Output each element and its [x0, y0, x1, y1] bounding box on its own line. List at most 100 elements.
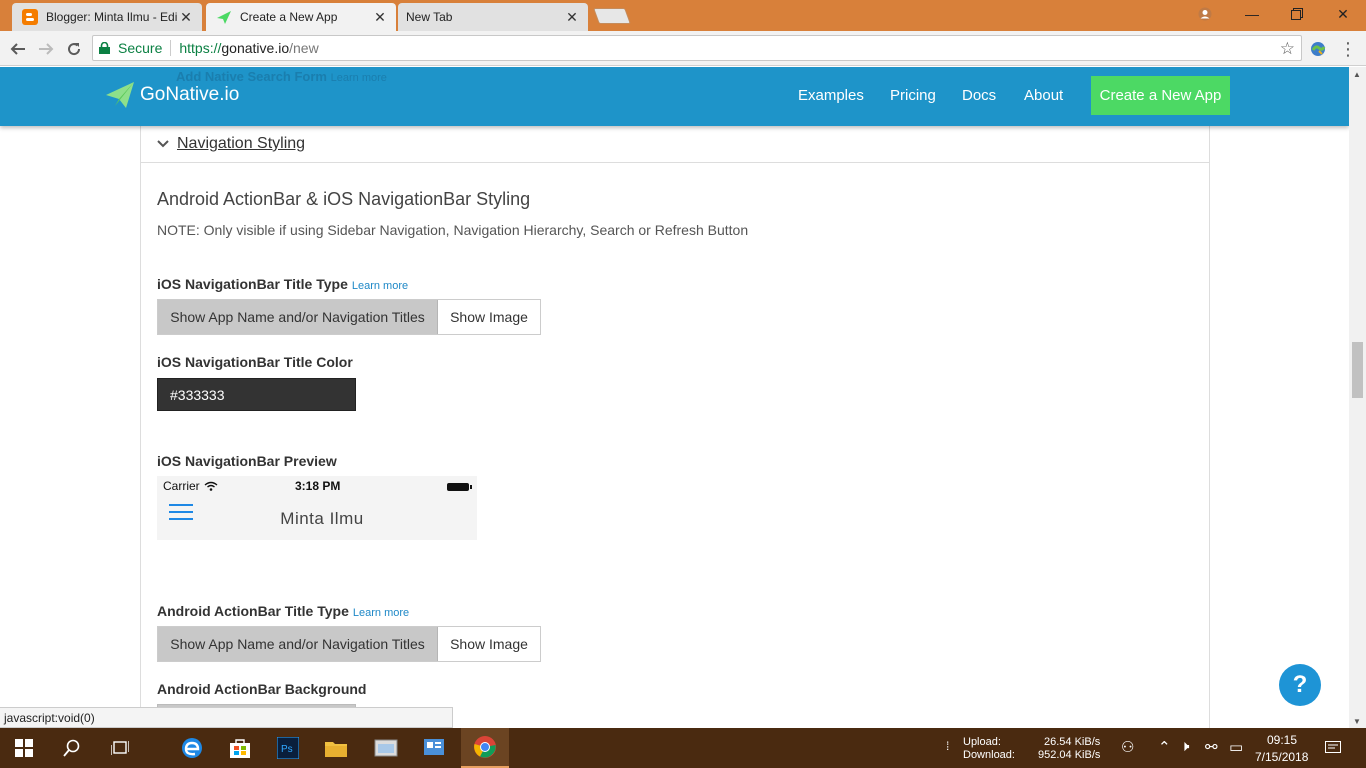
- secure-indicator[interactable]: Secure: [93, 40, 162, 56]
- network-meter-grip-icon: ⁞: [946, 739, 950, 753]
- file-explorer-icon[interactable]: [312, 728, 360, 768]
- clock-time[interactable]: 09:15: [1267, 733, 1297, 747]
- minimize-button[interactable]: —: [1229, 0, 1275, 28]
- chrome-taskbar-icon[interactable]: [461, 728, 509, 768]
- windows-logo-icon: [15, 739, 33, 757]
- tab-blogger[interactable]: Blogger: Minta Ilmu - Edi ✕: [12, 3, 202, 31]
- forward-button[interactable]: [34, 37, 58, 61]
- tab-create-app[interactable]: Create a New App ✕: [206, 3, 396, 31]
- field-label-text: iOS NavigationBar Title Type: [157, 276, 348, 292]
- ios-title-color-label: iOS NavigationBar Title Color: [157, 354, 353, 370]
- link-status-bar: javascript:void(0): [0, 707, 453, 728]
- windows-taskbar: Ps ⁞ Upload: 26.54 KiB/s Download: 952.0…: [0, 728, 1366, 768]
- photoshop-icon[interactable]: Ps: [264, 728, 312, 768]
- chevron-up-icon[interactable]: ⌃: [1158, 738, 1171, 756]
- close-tab-icon[interactable]: ✕: [372, 9, 388, 26]
- bookmark-star-icon[interactable]: ☆: [1280, 39, 1295, 59]
- option-show-image[interactable]: Show Image: [438, 300, 540, 334]
- brand-name: GoNative.io: [140, 84, 240, 105]
- tab-label: Create a New App: [240, 10, 338, 24]
- chevron-down-icon: [157, 140, 169, 148]
- tab-label: New Tab: [406, 10, 453, 24]
- nav-about[interactable]: About: [1024, 87, 1063, 104]
- android-title-type-label: Android ActionBar Title Type Learn more: [157, 603, 409, 619]
- battery-icon: [447, 483, 472, 491]
- site-header: Add Native Search Form Learn more GoNati…: [0, 67, 1349, 126]
- section-title[interactable]: Navigation Styling: [177, 135, 305, 153]
- new-tab-button[interactable]: [593, 8, 631, 24]
- url-path: /new: [289, 40, 319, 56]
- android-title-type-toggle: Show App Name and/or Navigation Titles S…: [157, 626, 541, 662]
- people-icon[interactable]: ⚇: [1121, 738, 1134, 756]
- ios-title-color-input[interactable]: #333333: [157, 378, 356, 411]
- preview-title: Minta Ilmu: [280, 509, 364, 528]
- learn-more-link[interactable]: Learn more: [353, 607, 409, 619]
- reload-button[interactable]: [62, 37, 86, 61]
- ios-navbar-preview: Carrier 3:18 PM Minta Ilmu: [157, 476, 477, 540]
- upload-value: 26.54 KiB/s: [1044, 736, 1101, 748]
- scroll-up-arrow-icon[interactable]: ▲: [1353, 70, 1361, 79]
- secure-label: Secure: [118, 40, 163, 56]
- paper-plane-icon: [106, 82, 134, 108]
- volume-muted-icon[interactable]: 🕨: [1180, 738, 1189, 755]
- restore-button[interactable]: [1274, 0, 1320, 28]
- edge-browser-icon[interactable]: [168, 728, 216, 768]
- notification-icon[interactable]: [1318, 728, 1348, 768]
- nav-examples[interactable]: Examples: [798, 87, 864, 104]
- scroll-thumb[interactable]: [1352, 342, 1363, 398]
- carrier-text: Carrier: [163, 479, 200, 493]
- preview-time: 3:18 PM: [295, 479, 341, 493]
- field-label-text: Android ActionBar Title Type: [157, 603, 349, 619]
- url-scheme: https://: [179, 40, 222, 56]
- divider: [170, 40, 172, 56]
- address-bar[interactable]: Secure https://gonative.io/new ☆: [92, 35, 1302, 61]
- nav-docs[interactable]: Docs: [962, 87, 996, 104]
- clock-date[interactable]: 7/15/2018: [1255, 750, 1308, 764]
- close-window-button[interactable]: ✕: [1320, 0, 1366, 28]
- android-background-label: Android ActionBar Background: [157, 681, 367, 697]
- option-show-image[interactable]: Show Image: [438, 627, 540, 661]
- back-button[interactable]: [6, 37, 30, 61]
- download-value: 952.04 KiB/s: [1038, 749, 1101, 761]
- store-icon[interactable]: [216, 728, 264, 768]
- close-tab-icon[interactable]: ✕: [564, 9, 580, 26]
- network-icon[interactable]: ⚯: [1205, 738, 1218, 756]
- start-button[interactable]: [0, 728, 48, 768]
- learn-more-link[interactable]: Learn more: [352, 280, 408, 292]
- battery-taskbar-icon[interactable]: ▭: [1229, 738, 1243, 756]
- section-header[interactable]: Navigation Styling: [141, 126, 1209, 163]
- browser-titlebar: Blogger: Minta Ilmu - Edi ✕ Create a New…: [0, 0, 1366, 31]
- scroll-down-arrow-icon[interactable]: ▼: [1353, 717, 1361, 726]
- help-button[interactable]: ?: [1279, 664, 1321, 706]
- app-window-icon[interactable]: [362, 728, 410, 768]
- brand-logo[interactable]: GoNative.io: [106, 82, 239, 108]
- tab-new-tab[interactable]: New Tab ✕: [398, 3, 588, 31]
- ios-preview-label: iOS NavigationBar Preview: [157, 453, 337, 469]
- gonative-icon: [216, 9, 232, 25]
- create-app-button[interactable]: Create a New App: [1091, 76, 1230, 115]
- search-icon[interactable]: [48, 728, 96, 768]
- ghost-learn-more: Learn more: [330, 72, 387, 84]
- tab-label: Blogger: Minta Ilmu - Edi: [46, 10, 178, 24]
- url-host: gonative.io: [221, 40, 290, 56]
- nav-pricing[interactable]: Pricing: [890, 87, 936, 104]
- section-note: NOTE: Only visible if using Sidebar Navi…: [157, 222, 749, 238]
- extension-icon[interactable]: [1306, 37, 1330, 61]
- option-app-name[interactable]: Show App Name and/or Navigation Titles: [158, 627, 438, 661]
- section-heading: Android ActionBar & iOS NavigationBar St…: [157, 189, 531, 209]
- blogger-icon: [22, 9, 38, 25]
- download-label: Download:: [963, 749, 1015, 761]
- option-app-name[interactable]: Show App Name and/or Navigation Titles: [158, 300, 438, 334]
- svg-text:Ps: Ps: [281, 744, 293, 755]
- webpage: Add Native Search Form Learn more GoNati…: [0, 67, 1349, 728]
- upload-label: Upload:: [963, 736, 1001, 748]
- control-panel-icon[interactable]: [410, 728, 458, 768]
- page-scrollbar[interactable]: ▲ ▼: [1349, 67, 1366, 728]
- menu-kebab-icon[interactable]: ⋮: [1336, 37, 1360, 61]
- settings-panel: Navigation Styling Android ActionBar & i…: [140, 126, 1210, 728]
- wifi-icon: [204, 481, 218, 491]
- ios-title-type-label: iOS NavigationBar Title Type Learn more: [157, 276, 408, 292]
- close-tab-icon[interactable]: ✕: [178, 9, 194, 26]
- profile-icon[interactable]: [1182, 0, 1228, 28]
- task-view-icon[interactable]: [96, 728, 144, 768]
